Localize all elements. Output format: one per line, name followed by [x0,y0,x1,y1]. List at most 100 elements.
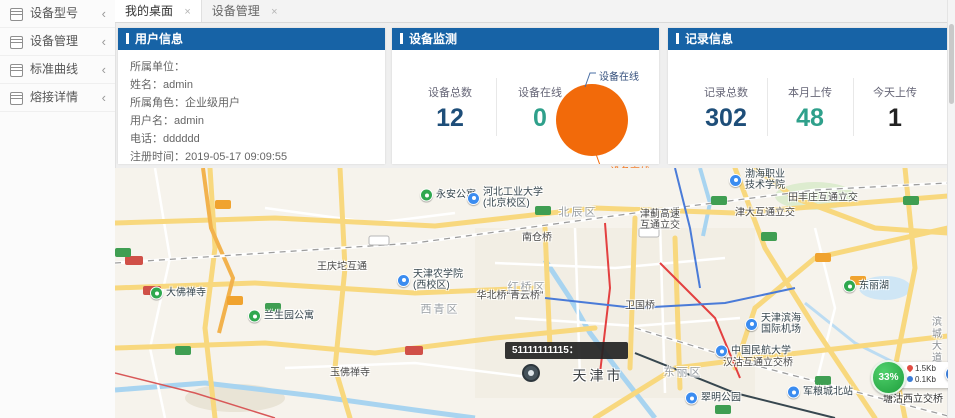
map-label-text: 东丽湖 [859,281,889,292]
map-label-text: 翠明公园 [701,393,741,404]
map-label: 北辰区 [559,208,598,219]
traffic-row: 0.1Kb [907,375,936,384]
user-row: 姓名：admin [130,76,193,92]
map-label: 西青区 [421,305,460,316]
map-label-text: 河北工业大学 (北京校区) [483,187,543,209]
sidebar-item-device-management[interactable]: 设备管理 ‹ [0,28,115,56]
chevron-left-icon: ‹ [102,56,106,83]
scrollbar-thumb[interactable] [949,24,954,104]
map-label-text: 渤海职业 技术学院 [745,169,785,191]
map-label: 津大互通立交 [735,208,795,219]
traffic-row: 1.5Kb [907,364,936,373]
stat-today-uploads: 今天上传 1 [873,84,917,133]
vertical-scrollbar[interactable] [947,0,955,418]
records-info-card: 记录信息 记录总数 302 本月上传 48 今天上传 1 [668,28,948,164]
records-info-body: 记录总数 302 本月上传 48 今天上传 1 [668,50,948,164]
map-poi-label[interactable]: 翠明公园 [685,392,741,405]
map-label: 汉沽互通立交桥 [723,358,793,369]
map-poi-label[interactable]: 大佛禅寺 [150,287,206,300]
user-row: 电话：dddddd [130,130,200,146]
sidebar-item-device-model[interactable]: 设备型号 ‹ [0,0,115,28]
map-label: 东丽区 [664,368,703,379]
stat-records-total: 记录总数 302 [704,84,748,133]
map-label-text: 田丰庄互通立交 [788,193,858,204]
map-label-text: 北辰区 [559,207,598,219]
map-poi-label[interactable]: 渤海职业 技术学院 [729,169,785,191]
close-icon[interactable]: × [271,6,277,18]
tab-my-desktop[interactable]: 我的桌面 × [115,0,202,22]
map-label-text: 大佛禅寺 [166,288,206,299]
user-info-body: 所属单位： 姓名：admin 所属角色：企业级用户 用户名：admin 电话：d… [118,50,385,164]
sidebar: 设备型号 ‹ 设备管理 ‹ 标准曲线 ‹ 熔接详情 ‹ [0,0,116,418]
close-icon[interactable]: × [184,6,190,18]
map-label: 津蓟高速 互通立交 [640,209,680,231]
blue-poi-icon[interactable] [787,386,800,399]
divider [767,78,768,136]
blue-poi-icon[interactable] [685,392,698,405]
stat-month-uploads: 本月上传 48 [788,84,832,133]
sidebar-item-label: 设备型号 [30,6,78,20]
card-header: 记录信息 [668,28,948,50]
green-poi-icon[interactable] [150,287,163,300]
green-poi-icon[interactable] [843,280,856,293]
blue-poi-icon[interactable] [745,318,758,331]
map-label: 华北桥“青云桥” [477,291,544,302]
sidebar-item-standard-curve[interactable]: 标准曲线 ‹ [0,56,115,84]
sidebar-item-label: 标准曲线 [30,62,78,76]
user-row: 注册时间：2019-05-17 09:09:55 [130,148,287,164]
sidebar-item-splice-details[interactable]: 熔接详情 ‹ [0,84,115,112]
map-label: 田丰庄互通立交 [788,193,858,204]
device-marker-icon[interactable] [522,364,540,382]
map-label-text: 天津农学院 (西校区) [413,269,463,291]
accent-bar [126,33,129,44]
map-label-text: 天津市 [573,368,624,384]
divider [853,78,854,136]
map-label-text: 军粮城北站 [803,387,853,398]
user-row: 用户名：admin [130,112,204,128]
document-icon [10,8,23,21]
map-label-text: 天津滨海 国际机场 [761,313,801,335]
map-label: 王庆坨互通 [317,262,367,273]
map-poi-label[interactable]: 中国民航大学 [715,345,791,358]
tab-label: 设备管理 [212,4,260,18]
green-poi-icon[interactable] [420,189,433,202]
map-label-text: 卫国桥 [625,301,655,312]
map-poi-label[interactable]: 天津滨海 国际机场 [745,313,801,335]
map-label: 天津市 [573,371,624,382]
map-label-text: 滨城大道 [930,316,941,364]
tab-device-management[interactable]: 设备管理 × [202,0,288,22]
blue-poi-icon[interactable] [715,345,728,358]
device-monitor-card: 设备监测 设备总数 12 设备在线 0 设备在线 设备离线 [392,28,659,164]
blue-poi-icon[interactable] [467,192,480,205]
map-poi-label[interactable]: 东丽湖 [843,280,889,293]
map-label-text: 东丽区 [664,367,703,379]
map-label: 南仓桥 [522,233,552,244]
blue-poi-icon[interactable] [397,274,410,287]
traffic-percent-badge[interactable]: 33% [871,360,906,395]
sidebar-item-label: 熔接详情 [30,90,78,104]
map[interactable]: 北辰区红桥区西青区东丽区天津市王庆坨互通南仓桥津蓟高速 互通立交津大互通立交田丰… [115,168,948,418]
map-label-text: 王庆坨互通 [317,262,367,273]
map-poi-label[interactable]: 河北工业大学 (北京校区) [467,187,543,209]
green-poi-icon[interactable] [248,310,261,323]
document-icon [10,36,23,49]
map-label: 玉佛禅寺 [330,368,370,379]
map-poi-label[interactable]: 军粮城北站 [787,386,853,399]
map-label-text: 西青区 [421,304,460,316]
device-tooltip: 51111111115： [505,342,628,359]
pin-icon [906,364,914,372]
tab-bar: 我的桌面 × 设备管理 × [115,0,955,23]
user-info-card: 用户信息 所属单位： 姓名：admin 所属角色：企业级用户 用户名：admin… [118,28,385,164]
card-title: 用户信息 [135,32,183,46]
map-label-text: 中国民航大学 [731,346,791,357]
card-header: 用户信息 [118,28,385,50]
map-label-text: 汉沽互通立交桥 [723,358,793,369]
map-poi-label[interactable]: 天津农学院 (西校区) [397,269,463,291]
pie-label-online: 设备在线 [599,68,639,83]
dot-icon [907,376,913,382]
chevron-left-icon: ‹ [102,84,106,111]
map-poi-label[interactable]: 兰生园公寓 [248,310,314,323]
tab-label: 我的桌面 [125,4,173,18]
blue-poi-icon[interactable] [729,174,742,187]
card-title: 设备监测 [409,32,457,46]
